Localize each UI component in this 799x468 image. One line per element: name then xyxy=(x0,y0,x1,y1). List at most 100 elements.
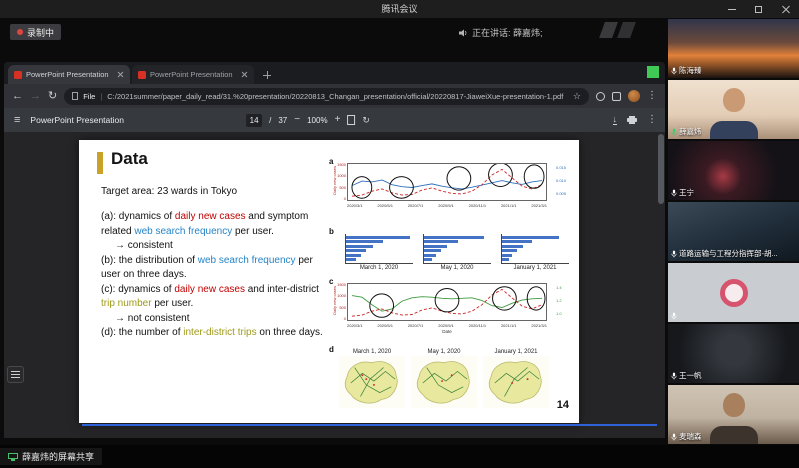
reload-icon[interactable]: ↻ xyxy=(48,91,57,102)
bar xyxy=(424,236,484,239)
bar xyxy=(346,245,373,248)
tab-title: PowerPoint Presentation xyxy=(26,70,113,79)
back-icon[interactable]: ← xyxy=(12,91,23,102)
horizontal-scroll-indicator[interactable] xyxy=(82,424,657,426)
download-icon[interactable]: ↓ xyxy=(613,115,618,125)
mic-icon xyxy=(671,250,677,258)
rotate-icon[interactable]: ↻ xyxy=(362,116,370,125)
participant-name: 王宁 xyxy=(679,187,694,198)
text-line-arrow: → consistent xyxy=(101,239,335,254)
participant-tile[interactable]: 王一帆 xyxy=(668,324,799,383)
avatar xyxy=(710,426,758,444)
speaking-label: 正在讲话: 薛嘉炜; xyxy=(472,26,543,39)
text-line: user on three days. xyxy=(101,268,335,283)
maximize-button[interactable] xyxy=(745,0,772,18)
slide-subtitle: Target area: 23 wards in Tokyo xyxy=(101,186,237,197)
panel-letter: a xyxy=(329,157,333,166)
y-axis-ticks: 150010005000 xyxy=(337,163,346,201)
panel-letter: d xyxy=(329,345,334,354)
screen-share-label: 薛嘉炜的屏幕共享 xyxy=(0,448,102,465)
bar xyxy=(424,249,441,252)
zoom-level: 100% xyxy=(307,116,327,125)
url-separator: | xyxy=(100,92,102,101)
pdf-viewer-area: Data Target area: 23 wards in Tokyo (a):… xyxy=(4,132,665,438)
speaking-indicator: 正在讲话: 薛嘉炜; xyxy=(458,26,543,39)
zoom-out-icon[interactable]: − xyxy=(294,115,300,125)
text-line: (c): dynamics of daily new cases and int… xyxy=(101,283,335,298)
bar xyxy=(502,240,532,243)
minimize-button[interactable] xyxy=(718,0,745,18)
participant-tile[interactable]: 陈海臻 xyxy=(668,19,799,78)
tab-close-icon[interactable] xyxy=(241,71,248,78)
tab-close-icon[interactable] xyxy=(117,71,124,78)
print-icon[interactable] xyxy=(627,116,637,124)
text-run: (d): the number of xyxy=(101,327,183,338)
text-run: per user. xyxy=(152,298,194,309)
recording-badge[interactable]: 录制中 xyxy=(10,24,61,40)
text-run-red: daily new cases xyxy=(174,284,245,295)
close-button[interactable] xyxy=(772,0,799,18)
text-run-olive: inter-district trips xyxy=(183,327,256,338)
title-accent-bar xyxy=(97,152,103,174)
bar xyxy=(502,249,517,252)
bar xyxy=(346,236,410,239)
mic-icon xyxy=(671,372,677,380)
meeting-float-widget[interactable] xyxy=(7,366,24,383)
fit-page-icon[interactable] xyxy=(347,115,355,125)
tab-powerpoint-1[interactable]: PowerPoint Presentation xyxy=(8,65,130,84)
pdf-doc-title: PowerPoint Presentation xyxy=(30,115,124,125)
extension-icon[interactable] xyxy=(612,92,621,101)
participant-tile-active-speaker[interactable]: 薛嘉炜 xyxy=(668,80,799,139)
tab-powerpoint-2[interactable]: PowerPoint Presentation xyxy=(132,65,254,84)
browser-menu-icon[interactable]: ⋮ xyxy=(647,91,657,101)
participant-tile[interactable]: 王宁 xyxy=(668,141,799,200)
extension-icon[interactable] xyxy=(596,92,605,101)
pdf-scrollbar[interactable] xyxy=(658,134,664,204)
page-number-input[interactable]: 14 xyxy=(246,114,262,127)
bar xyxy=(502,254,512,257)
pdf-menu-icon[interactable]: ⋮ xyxy=(647,115,657,125)
tab-title: PowerPoint Presentation xyxy=(150,70,237,79)
pdf-toolbar-right: ↓ ⋮ xyxy=(613,108,658,132)
watermark-shape xyxy=(617,22,636,38)
avatar xyxy=(723,88,745,112)
avatar xyxy=(710,121,758,139)
participant-name: 麦瑞森 xyxy=(679,431,702,442)
meeting-window: 腾讯会议 录制中 正在讲话: 薛嘉炜; PowerPoint Presentat… xyxy=(0,0,799,468)
map-panel: March 1, 2020 xyxy=(339,349,405,408)
bar xyxy=(424,258,432,261)
text-run-blue: web search frequency xyxy=(134,226,232,237)
participant-tile[interactable]: 道路运输与工程分指挥部-胡... xyxy=(668,202,799,261)
browser-window: PowerPoint Presentation PowerPoint Prese… xyxy=(4,62,665,438)
title-bar: 腾讯会议 xyxy=(0,0,799,18)
bar xyxy=(424,240,458,243)
text-run: related xyxy=(101,226,134,237)
zoom-in-icon[interactable]: + xyxy=(335,115,341,125)
text-run: per user. xyxy=(232,226,274,237)
bookmark-star-icon[interactable]: ☆ xyxy=(573,92,581,101)
map-date-label: March 1, 2020 xyxy=(339,349,405,355)
text-run: on three days. xyxy=(257,327,323,338)
tab-bar: PowerPoint Presentation PowerPoint Prese… xyxy=(4,62,665,84)
map-panel: May 1, 2020 xyxy=(411,349,477,408)
pdf-sidebar-toggle-icon[interactable]: ≡ xyxy=(14,115,20,126)
recording-dot-icon xyxy=(17,29,23,35)
forward-icon[interactable]: → xyxy=(30,91,41,102)
text-run: and inter-district xyxy=(245,284,319,295)
participant-name: 王一帆 xyxy=(679,370,702,381)
y-axis-ticks: 150010005000 xyxy=(337,283,346,321)
mic-icon xyxy=(671,433,677,441)
url-field[interactable]: File | C:/2021summer/paper_daily_read/31… xyxy=(64,88,589,105)
slide-page: Data Target area: 23 wards in Tokyo (a):… xyxy=(79,140,579,423)
speaker-icon xyxy=(458,28,468,38)
participant-video xyxy=(668,263,799,322)
new-tab-button[interactable] xyxy=(260,68,274,82)
file-icon xyxy=(72,92,78,100)
bar xyxy=(346,249,366,252)
profile-avatar[interactable] xyxy=(628,90,640,102)
bar xyxy=(346,240,383,243)
maximize-icon xyxy=(755,6,762,13)
participant-tile[interactable]: 麦瑞森 xyxy=(668,385,799,444)
x-axis-ticks: 2020/3/12020/5/12020/7/12020/9/12020/11/… xyxy=(347,203,547,208)
participant-tile[interactable] xyxy=(668,263,799,322)
